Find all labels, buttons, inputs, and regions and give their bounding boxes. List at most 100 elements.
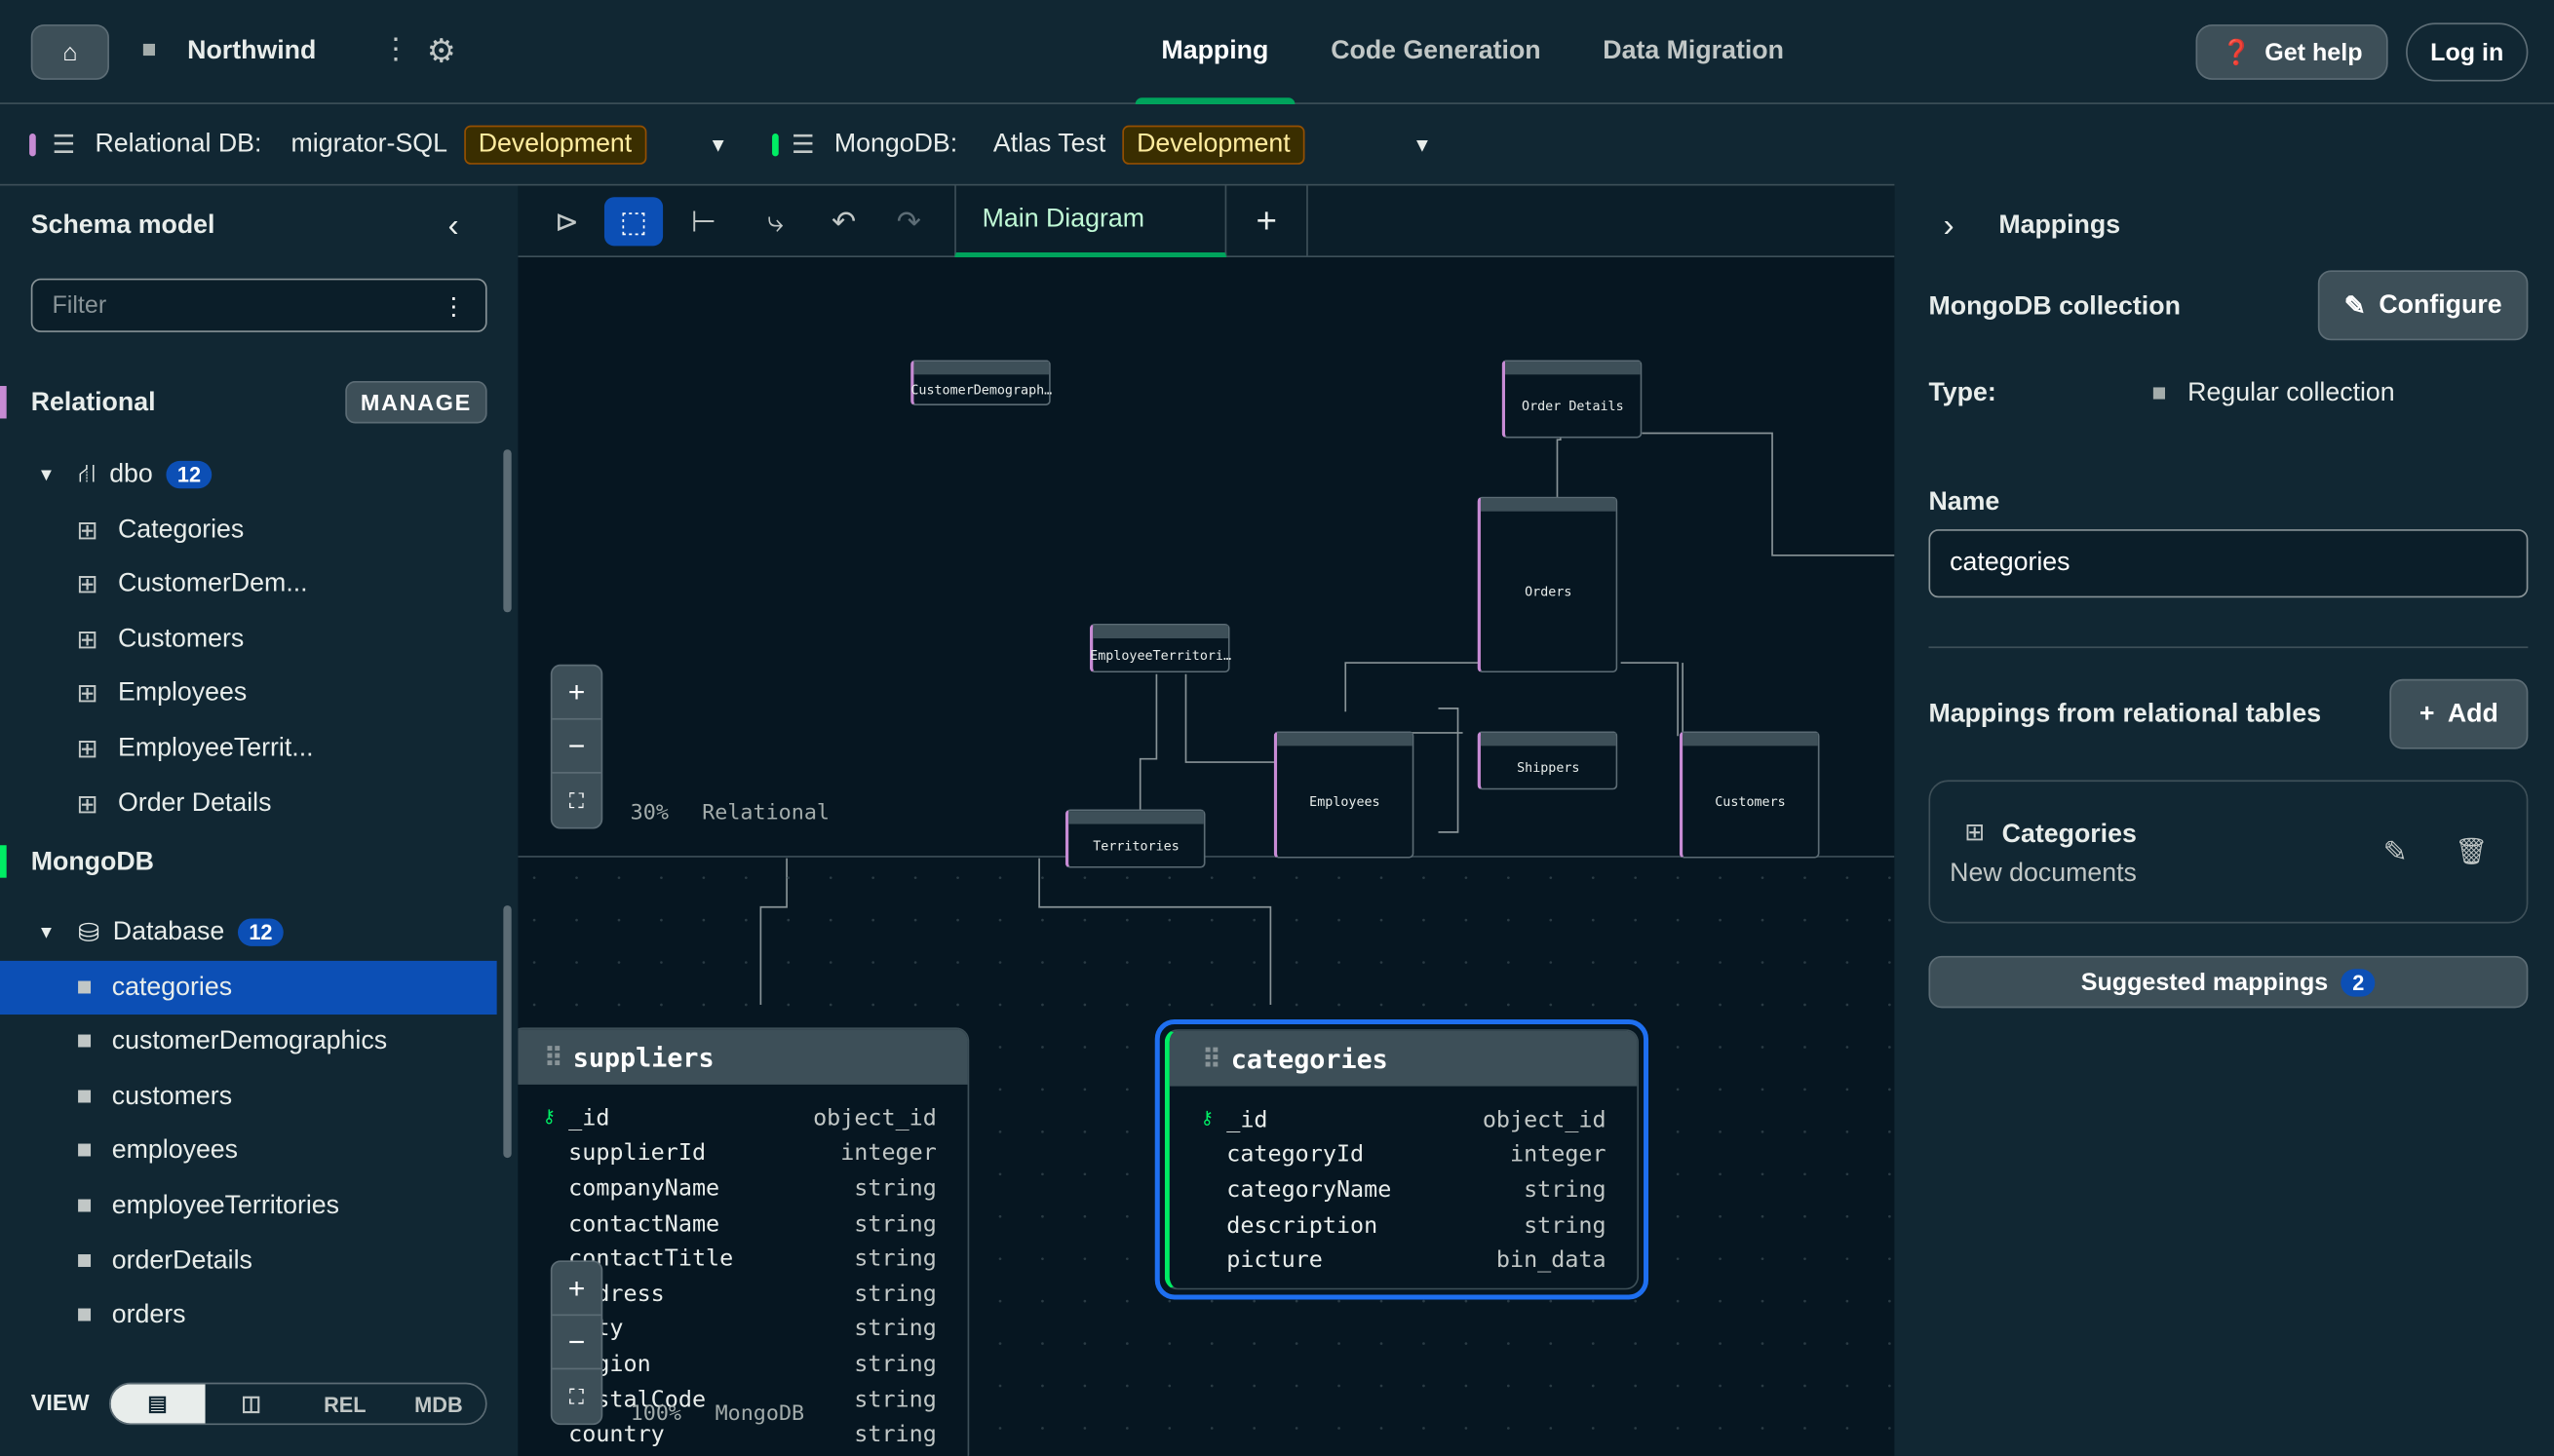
- schema-dbo[interactable]: ▼ ⛙ dbo 12: [0, 448, 497, 502]
- collection-header[interactable]: ⠿ categories: [1169, 1030, 1638, 1087]
- zoom-in-icon[interactable]: +: [552, 1262, 601, 1317]
- mongo-indicator: [0, 845, 7, 878]
- sidebar-table-item[interactable]: ⊞ EmployeeTerrit...: [0, 722, 497, 776]
- sidebar-collection-item[interactable]: ■ orderDetails: [0, 1235, 497, 1288]
- drag-handle-icon[interactable]: ⠿: [1202, 1043, 1221, 1074]
- collection-header[interactable]: ⠿ suppliers: [518, 1029, 968, 1085]
- field-row[interactable]: ⚷ _id object_id: [1170, 1102, 1638, 1137]
- relational-table[interactable]: Order Details: [1501, 360, 1643, 439]
- login-button[interactable]: Log in: [2406, 22, 2529, 82]
- name-label: Name: [1928, 488, 2000, 517]
- filter-placeholder: Filter: [52, 291, 107, 320]
- field-row[interactable]: description string: [1170, 1208, 1638, 1244]
- relational-indicator: [0, 386, 7, 419]
- key-icon: ⚷: [542, 1105, 556, 1127]
- mongo-zoom-controls: + − ⛶: [550, 1260, 603, 1426]
- fit-icon[interactable]: ⛶: [552, 774, 600, 827]
- relational-label: Relational DB:: [95, 129, 262, 158]
- more-icon[interactable]: ⋮: [381, 32, 410, 66]
- view-split-horizontal[interactable]: ▤: [110, 1384, 205, 1424]
- mongo-label: MongoDB:: [833, 129, 958, 158]
- sidebar-table-item[interactable]: ⊞ Categories: [0, 503, 497, 556]
- zoom-out-icon[interactable]: −: [552, 720, 601, 774]
- manage-button[interactable]: MANAGE: [345, 381, 487, 424]
- name-input[interactable]: categories: [1928, 529, 2529, 598]
- chevron-right-icon[interactable]: ›: [1944, 209, 1954, 246]
- collection-categories[interactable]: ⠿ categories ⚷ _id object_id categoryId intege…: [1164, 1029, 1640, 1290]
- tab-mapping[interactable]: Mapping: [1135, 0, 1295, 104]
- collection-name: employeeTerritories: [111, 1191, 340, 1220]
- sidebar-collection-item[interactable]: ■ customerDemographics: [0, 1015, 497, 1069]
- field-row[interactable]: companyName string: [518, 1171, 967, 1207]
- tab-data-migration[interactable]: Data Migration: [1603, 0, 1784, 104]
- fit-icon[interactable]: ⛶: [552, 1369, 600, 1423]
- configure-button[interactable]: ✎ Configure: [2317, 270, 2529, 341]
- caret-down-icon: ▼: [37, 922, 56, 942]
- field-row[interactable]: ⚷ _id object_id: [518, 1101, 967, 1136]
- sidebar-table-item[interactable]: ⊞ Customers: [0, 613, 497, 667]
- field-name: categoryName: [1226, 1177, 1392, 1204]
- suggested-mappings-button[interactable]: Suggested mappings 2: [1928, 955, 2529, 1009]
- filter-input[interactable]: Filter ⋮: [30, 278, 487, 332]
- schema-icon: ⛙: [78, 460, 97, 488]
- trash-icon[interactable]: 🗑: [2455, 835, 2488, 867]
- get-help-button[interactable]: ❓ Get help: [2195, 24, 2388, 80]
- caret-down-icon: ▼: [37, 465, 56, 485]
- zoom-out-icon[interactable]: −: [552, 1316, 601, 1370]
- sidebar-collection-item[interactable]: ■ orders: [0, 1289, 497, 1343]
- mongo-connection: Atlas Test: [992, 129, 1106, 158]
- tab-code-generation[interactable]: Code Generation: [1331, 0, 1540, 104]
- field-row[interactable]: categoryId integer: [1170, 1137, 1638, 1172]
- diagram-canvas[interactable]: ⊳ ⬚ ⊢ ⤷ ↶ ↷ Main Diagram + CustomerDemog…: [518, 185, 1895, 1456]
- sidebar-collection-item[interactable]: ■ employees: [0, 1125, 497, 1178]
- mongo-pane-label: MongoDB: [715, 1401, 805, 1427]
- help-icon: ❓: [2221, 39, 2252, 67]
- scrollbar[interactable]: [503, 449, 512, 613]
- folder-icon: ■: [76, 1301, 93, 1329]
- sidebar-table-item[interactable]: ⊞ Order Details: [0, 777, 497, 830]
- more-icon[interactable]: ⋮: [442, 290, 466, 320]
- sidebar-table-item[interactable]: ⊞ CustomerDem...: [0, 557, 497, 611]
- schema-sidebar: Schema model ‹ Filter ⋮ Relational MANAGE…: [0, 185, 518, 1455]
- mongo-indicator: [771, 133, 779, 156]
- top-bar: ⌂ ■ Northwind ⋮ ⚙ Mapping Code Generatio…: [0, 0, 2554, 104]
- field-row[interactable]: supplierId integer: [518, 1136, 967, 1171]
- relational-table[interactable]: Orders: [1477, 496, 1618, 673]
- mongo-dropdown-icon[interactable]: ▼: [1412, 133, 1432, 155]
- relational-table[interactable]: Territories: [1064, 809, 1206, 868]
- collection-name: customerDemographics: [111, 1027, 388, 1055]
- relational-table[interactable]: EmployeeTerritori…: [1089, 623, 1231, 673]
- view-split-vertical[interactable]: ◫: [205, 1384, 298, 1423]
- sidebar-collection-item[interactable]: ■ categories: [0, 960, 497, 1015]
- field-type: string: [854, 1210, 937, 1238]
- scrollbar[interactable]: [503, 905, 512, 1159]
- collapse-icon[interactable]: ‹: [448, 209, 459, 246]
- mapping-card[interactable]: ⊞ Categories New documents ✎ 🗑: [1928, 780, 2529, 924]
- relational-table[interactable]: Employees: [1273, 731, 1414, 859]
- relational-dropdown-icon[interactable]: ▼: [709, 133, 728, 155]
- key-icon: ⚷: [1200, 1106, 1214, 1129]
- folder-icon: ■: [76, 1191, 93, 1220]
- table-name: EmployeeTerrit...: [117, 734, 314, 762]
- add-mapping-button[interactable]: + Add: [2389, 678, 2529, 749]
- relational-table[interactable]: Customers: [1679, 731, 1820, 859]
- relational-table-name: Orders: [1525, 584, 1572, 599]
- database-item[interactable]: ▼ ⛁ Database 12: [0, 905, 497, 959]
- edit-icon[interactable]: ✎: [2383, 835, 2408, 869]
- sidebar-table-item[interactable]: ⊞ Employees: [0, 668, 497, 721]
- drag-handle-icon[interactable]: ⠿: [544, 1042, 563, 1073]
- field-row[interactable]: categoryName string: [1170, 1172, 1638, 1207]
- sidebar-collection-item[interactable]: ■ employeeTerritories: [0, 1179, 497, 1233]
- relational-connection: migrator-SQL: [290, 129, 447, 158]
- zoom-in-icon[interactable]: +: [552, 666, 601, 720]
- field-row[interactable]: contactName string: [518, 1207, 967, 1242]
- gear-icon[interactable]: ⚙: [427, 31, 456, 72]
- field-type: string: [854, 1281, 937, 1308]
- relational-table[interactable]: CustomerDemograph…: [910, 360, 1052, 406]
- home-button[interactable]: ⌂: [30, 24, 109, 80]
- sidebar-collection-item[interactable]: ■ customers: [0, 1070, 497, 1124]
- field-row[interactable]: picture bin_data: [1170, 1244, 1638, 1279]
- view-rel[interactable]: REL: [298, 1384, 392, 1423]
- relational-table[interactable]: Shippers: [1477, 731, 1618, 790]
- view-mdb[interactable]: MDB: [392, 1384, 485, 1423]
